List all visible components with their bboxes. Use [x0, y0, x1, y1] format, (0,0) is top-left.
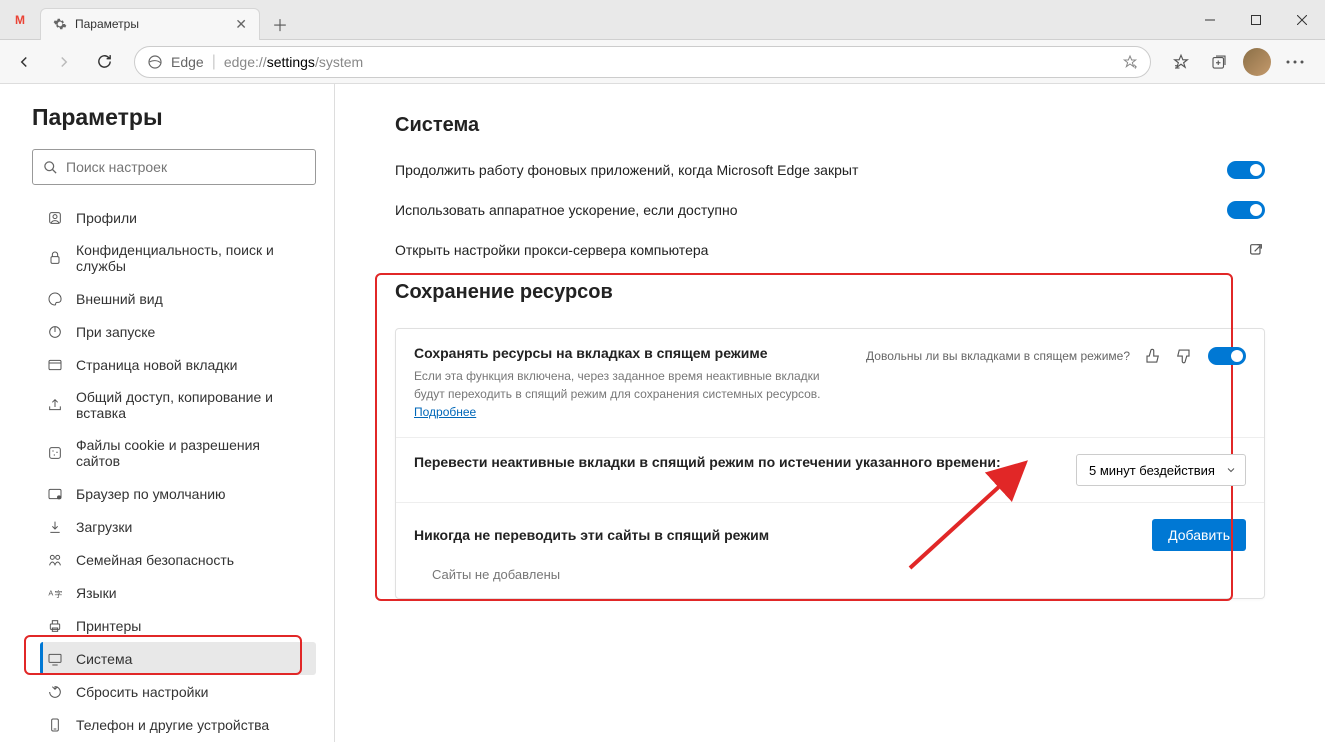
timeout-dropdown[interactable]: 5 минут бездействия [1076, 454, 1246, 486]
sidebar-title: Параметры [32, 104, 316, 131]
sidebar-item-newtab[interactable]: Страница новой вкладки [40, 348, 316, 381]
sidebar-item-default-browser[interactable]: Браузер по умолчанию [40, 477, 316, 510]
forward-button[interactable] [46, 44, 82, 80]
system-icon [46, 651, 64, 667]
sidebar-item-system[interactable]: Система [40, 642, 316, 675]
sleep-tabs-title: Сохранять ресурсы на вкладках в спящем р… [414, 345, 824, 361]
resources-card: Сохранять ресурсы на вкладках в спящем р… [395, 328, 1265, 599]
sidebar-item-profiles[interactable]: Профили [40, 201, 316, 234]
refresh-button[interactable] [86, 44, 122, 80]
sidebar-item-languages[interactable]: A字Языки [40, 576, 316, 609]
maximize-button[interactable] [1233, 0, 1279, 40]
section-title-resources: Сохранение ресурсов [395, 281, 1265, 304]
thumbs-down-icon[interactable] [1172, 345, 1194, 367]
address-url: edge://settings/system [224, 54, 1114, 70]
sidebar-item-privacy[interactable]: Конфиденциальность, поиск и службы [40, 234, 316, 282]
appearance-icon [46, 291, 64, 307]
minimize-button[interactable] [1187, 0, 1233, 40]
app-icon: M [0, 0, 40, 40]
back-button[interactable] [6, 44, 42, 80]
thumbs-up-icon[interactable] [1142, 345, 1164, 367]
row-hw-accel: Использовать аппаратное ускорение, если … [395, 201, 1265, 219]
sidebar: Параметры Профили Конфиденциальность, по… [0, 84, 335, 742]
titlebar: M Параметры ✕ ＋ [0, 0, 1325, 40]
row-proxy-settings[interactable]: Открыть настройки прокси-сервера компьют… [395, 241, 1265, 259]
more-menu-button[interactable] [1277, 44, 1313, 80]
edge-icon [147, 54, 163, 70]
svg-text:A: A [48, 588, 53, 597]
sidebar-search[interactable] [32, 149, 316, 185]
sidebar-item-startup[interactable]: При запуске [40, 315, 316, 348]
sidebar-item-cookies[interactable]: Файлы cookie и разрешения сайтов [40, 429, 316, 477]
browser-tab[interactable]: Параметры ✕ [40, 8, 260, 40]
new-tab-button[interactable]: ＋ [266, 10, 294, 38]
nav-toolbar: Edge | edge://settings/system [0, 40, 1325, 84]
never-sleep-label: Никогда не переводить эти сайты в спящий… [414, 527, 769, 543]
collections-icon[interactable] [1201, 44, 1237, 80]
sidebar-item-downloads[interactable]: Загрузки [40, 510, 316, 543]
cookies-icon [46, 445, 64, 461]
close-window-button[interactable] [1279, 0, 1325, 40]
sidebar-item-appearance[interactable]: Внешний вид [40, 282, 316, 315]
toggle-sleep-tabs[interactable] [1208, 347, 1246, 365]
search-input[interactable] [66, 159, 305, 175]
empty-sites-text: Сайты не добавлены [396, 567, 1264, 598]
address-bar[interactable]: Edge | edge://settings/system [134, 46, 1151, 78]
phone-icon [46, 717, 64, 733]
printer-icon [46, 618, 64, 634]
favorite-star-icon[interactable] [1122, 54, 1138, 70]
toggle-background-apps[interactable] [1227, 161, 1265, 179]
timeout-label: Перевести неактивные вкладки в спящий ре… [414, 454, 1001, 470]
section-title-system: Система [395, 114, 1265, 137]
sleep-tabs-desc: Если эта функция включена, через заданно… [414, 367, 824, 421]
sidebar-item-family[interactable]: Семейная безопасность [40, 543, 316, 576]
row-background-apps: Продолжить работу фоновых приложений, ко… [395, 161, 1265, 179]
tab-close-button[interactable]: ✕ [235, 16, 247, 33]
lock-icon [46, 250, 64, 266]
address-prefix: Edge [171, 54, 204, 70]
add-button[interactable]: Добавить [1152, 519, 1246, 551]
toggle-hw-accel[interactable] [1227, 201, 1265, 219]
main-content: Система Продолжить работу фоновых прилож… [335, 84, 1325, 742]
gear-icon [53, 17, 67, 31]
feedback-question: Довольны ли вы вкладками в спящем режиме… [866, 349, 1130, 363]
open-external-icon[interactable] [1247, 241, 1265, 259]
share-icon [46, 397, 64, 413]
chevron-down-icon [1225, 464, 1237, 479]
languages-icon: A字 [46, 585, 64, 601]
sidebar-item-printers[interactable]: Принтеры [40, 609, 316, 642]
newtab-icon [46, 357, 64, 373]
learn-more-link[interactable]: Подробнее [414, 405, 476, 419]
power-icon [46, 324, 64, 340]
downloads-icon [46, 519, 64, 535]
browser-icon [46, 486, 64, 502]
profile-avatar[interactable] [1239, 44, 1275, 80]
search-icon [43, 160, 58, 175]
profile-icon [46, 210, 64, 226]
favorites-list-icon[interactable] [1163, 44, 1199, 80]
svg-text:字: 字 [54, 589, 62, 599]
tab-title: Параметры [75, 17, 227, 31]
sidebar-item-share[interactable]: Общий доступ, копирование и вставка [40, 381, 316, 429]
sidebar-item-reset[interactable]: Сбросить настройки [40, 675, 316, 708]
family-icon [46, 552, 64, 568]
reset-icon [46, 684, 64, 700]
sidebar-item-phone[interactable]: Телефон и другие устройства [40, 708, 316, 741]
